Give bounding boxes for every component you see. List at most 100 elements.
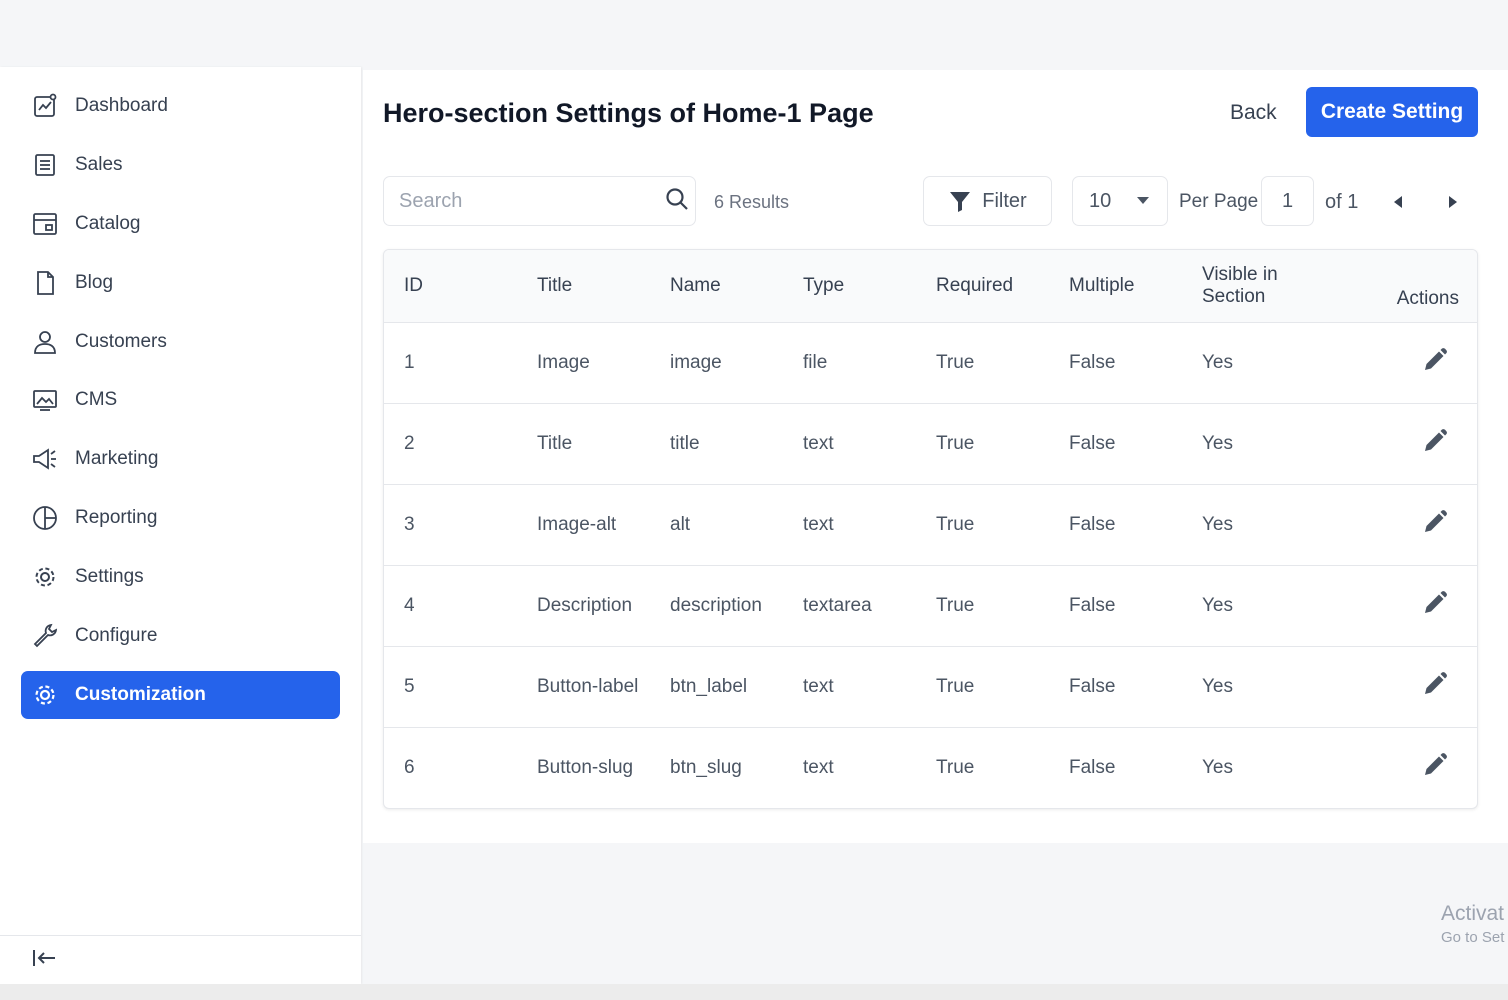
caret-left-icon xyxy=(1394,196,1402,208)
sidebar-item-marketing[interactable]: Marketing xyxy=(21,435,340,483)
cell-visible: Yes xyxy=(1202,432,1233,454)
settings-table-card: ID Title Name Type Required Multiple Vis… xyxy=(383,249,1478,809)
pie-chart-icon xyxy=(31,504,59,532)
table-row: 3 Image-alt alt text True False Yes xyxy=(384,484,1477,565)
sidebar-nav: Dashboard Sales Catalog Blog Customers C… xyxy=(0,67,361,719)
sidebar-item-label: CMS xyxy=(75,389,118,411)
edit-pencil-icon[interactable] xyxy=(1421,427,1449,455)
sidebar-item-blog[interactable]: Blog xyxy=(21,259,340,307)
search-input[interactable] xyxy=(399,189,664,213)
watermark-line-1: Activat xyxy=(1441,902,1505,925)
cell-visible: Yes xyxy=(1202,351,1233,373)
sidebar-item-label: Settings xyxy=(75,566,144,588)
cell-title: Button-slug xyxy=(537,756,634,778)
edit-pencil-icon[interactable] xyxy=(1421,346,1449,374)
cell-visible: Yes xyxy=(1202,513,1233,535)
cell-title: Image-alt xyxy=(537,513,617,535)
column-header-multiple: Multiple xyxy=(1049,250,1182,323)
cell-id: 4 xyxy=(404,594,415,616)
cell-visible: Yes xyxy=(1202,594,1233,616)
sidebar-item-label: Marketing xyxy=(75,448,159,470)
cell-required: True xyxy=(936,594,975,616)
blank-file-icon xyxy=(31,269,59,297)
activation-watermark: Activat Go to Set xyxy=(1441,902,1504,946)
cell-required: True xyxy=(936,756,975,778)
cell-id: 2 xyxy=(404,432,415,454)
sidebar-item-configure[interactable]: Configure xyxy=(21,612,340,660)
next-page-button[interactable] xyxy=(1443,190,1463,214)
search-icon[interactable] xyxy=(664,186,690,217)
cell-visible: Yes xyxy=(1202,756,1233,778)
per-page-label: Per Page xyxy=(1179,191,1259,212)
sidebar-item-label: Reporting xyxy=(75,507,158,529)
cell-name: title xyxy=(670,432,700,454)
sidebar-item-sales[interactable]: Sales xyxy=(21,141,340,189)
table-row: 1 Image image file True False Yes xyxy=(384,322,1477,403)
search-box xyxy=(383,176,696,226)
cell-required: True xyxy=(936,351,975,373)
edit-pencil-icon[interactable] xyxy=(1421,751,1449,779)
image-monitor-icon xyxy=(31,386,59,414)
edit-pencil-icon[interactable] xyxy=(1421,670,1449,698)
page-total: of 1 xyxy=(1325,191,1359,213)
table-row: 6 Button-slug btn_slug text True False Yes xyxy=(384,727,1477,808)
sidebar-footer xyxy=(0,935,361,984)
back-link[interactable]: Back xyxy=(1230,101,1277,125)
sidebar-item-dashboard[interactable]: Dashboard xyxy=(21,82,340,130)
sidebar-item-settings[interactable]: Settings xyxy=(21,553,340,601)
edit-pencil-icon[interactable] xyxy=(1421,508,1449,536)
cell-multiple: False xyxy=(1069,594,1116,616)
create-setting-button[interactable]: Create Setting xyxy=(1306,87,1478,137)
cell-actions xyxy=(1332,322,1477,403)
gear-icon xyxy=(31,563,59,591)
caret-right-icon xyxy=(1449,196,1457,208)
cell-title: Button-label xyxy=(537,675,639,697)
collapse-left-icon[interactable] xyxy=(30,944,58,977)
prev-page-button[interactable] xyxy=(1388,190,1408,214)
settings-table: ID Title Name Type Required Multiple Vis… xyxy=(384,250,1477,808)
column-header-type: Type xyxy=(783,250,916,323)
cell-multiple: False xyxy=(1069,351,1116,373)
cell-type: text xyxy=(803,513,834,535)
sidebar-item-catalog[interactable]: Catalog xyxy=(21,200,340,248)
filter-button[interactable]: Filter xyxy=(923,176,1052,226)
sidebar-item-label: Configure xyxy=(75,625,158,647)
sidebar-item-label: Blog xyxy=(75,271,114,293)
edit-pencil-icon[interactable] xyxy=(1421,589,1449,617)
cell-multiple: False xyxy=(1069,675,1116,697)
per-page-select[interactable]: 10 xyxy=(1072,176,1168,226)
cell-required: True xyxy=(936,513,975,535)
per-page-value: 10 xyxy=(1089,189,1112,212)
cell-id: 6 xyxy=(404,756,415,778)
filter-label: Filter xyxy=(982,189,1027,212)
megaphone-icon xyxy=(31,445,59,473)
sidebar-item-customers[interactable]: Customers xyxy=(21,318,340,366)
table-row: 4 Description description textarea True False… xyxy=(384,565,1477,646)
cell-actions xyxy=(1332,403,1477,484)
cell-name: image xyxy=(670,351,722,373)
results-count: 6 Results xyxy=(714,192,790,212)
cell-title: Description xyxy=(537,594,633,616)
cell-name: btn_slug xyxy=(670,756,742,778)
page-number-input[interactable] xyxy=(1261,176,1314,226)
cell-id: 1 xyxy=(404,351,415,373)
document-list-icon xyxy=(31,151,59,179)
sidebar-item-customization[interactable]: Customization xyxy=(21,670,340,719)
sidebar-item-reporting[interactable]: Reporting xyxy=(21,494,340,542)
cell-actions xyxy=(1332,727,1477,808)
cell-id: 5 xyxy=(404,675,415,697)
column-header-name: Name xyxy=(650,250,783,323)
cell-name: btn_label xyxy=(670,675,748,697)
sidebar-item-cms[interactable]: CMS xyxy=(21,376,340,424)
table-header-row: ID Title Name Type Required Multiple Vis… xyxy=(384,250,1477,323)
cell-multiple: False xyxy=(1069,756,1116,778)
bottom-strip xyxy=(0,984,1508,1000)
cell-visible: Yes xyxy=(1202,675,1233,697)
sidebar-item-label: Catalog xyxy=(75,212,141,234)
user-icon xyxy=(31,328,59,356)
table-body: 1 Image image file True False Yes 2 Title title te… xyxy=(384,322,1477,808)
cell-required: True xyxy=(936,675,975,697)
column-header-id: ID xyxy=(384,250,517,323)
cell-actions xyxy=(1332,565,1477,646)
column-header-visible: Visible in Section xyxy=(1182,250,1332,323)
